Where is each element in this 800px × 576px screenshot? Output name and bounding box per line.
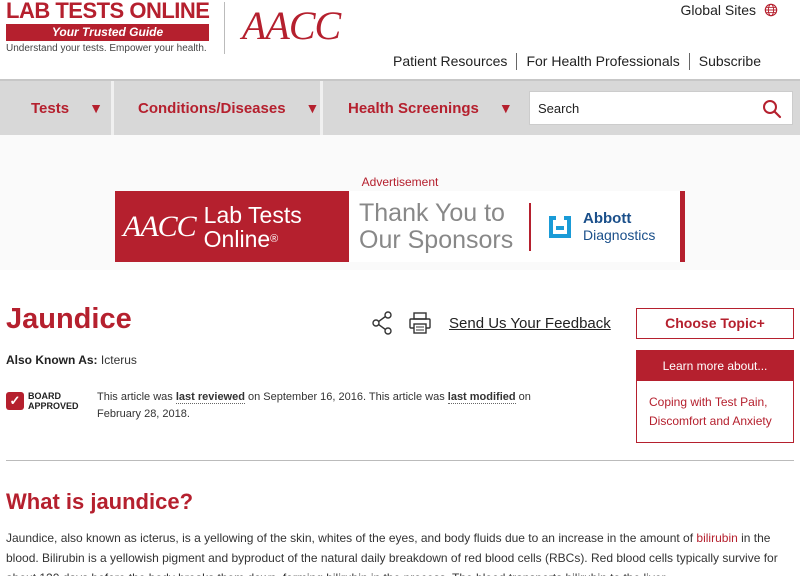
top-links: Patient Resources For Health Professiona… xyxy=(384,53,770,70)
nav-tests[interactable]: Tests ▼ xyxy=(31,81,103,135)
learn-more-box: Learn more about... Coping with Test Pai… xyxy=(636,350,794,443)
search-input[interactable]: Search xyxy=(529,91,793,125)
aka-label: Also Known As: xyxy=(6,353,98,367)
aacc-logo[interactable]: AACC xyxy=(242,4,341,48)
main-nav: Tests ▼ Conditions/Diseases ▼ Health Scr… xyxy=(0,79,800,135)
nav-conditions-diseases[interactable]: Conditions/Diseases ▼ xyxy=(138,81,319,135)
global-sites-label: Global Sites xyxy=(680,2,756,18)
abbott-logo-icon xyxy=(549,215,571,238)
ad-thanks: Thank You to Our Sponsors xyxy=(349,191,529,262)
globe-icon xyxy=(764,3,778,17)
ad-thanks-line1: Thank You to xyxy=(359,198,505,227)
ad-brand-block: AACC Lab Tests Online® xyxy=(115,191,349,262)
ad-aacc: AACC xyxy=(123,209,197,243)
last-reviewed-link[interactable]: last reviewed xyxy=(175,391,245,404)
logo-title: LAB TESTS ONLINE xyxy=(6,0,210,23)
nav-health-screenings-label: Health Screenings xyxy=(348,99,479,117)
article-tools: Send Us Your Feedback xyxy=(371,311,611,335)
patient-resources-link[interactable]: Patient Resources xyxy=(384,53,516,70)
board-line2: APPROVED xyxy=(28,401,79,411)
chevron-down-icon: ▼ xyxy=(305,100,320,116)
ad-lto: Lab Tests Online® xyxy=(204,203,302,251)
ad-registered-mark: ® xyxy=(270,232,279,245)
page-title: Jaundice xyxy=(6,303,132,335)
ad-thanks-line2: Our Sponsors xyxy=(359,225,514,254)
chevron-down-icon: ▼ xyxy=(498,100,513,116)
ad-sponsor-division: Diagnostics xyxy=(583,226,656,243)
search-icon[interactable] xyxy=(762,99,782,119)
aka-value: Icterus xyxy=(100,353,137,367)
ad-sponsor-name: Abbott xyxy=(583,209,632,227)
site-header: LAB TESTS ONLINE Your Trusted Guide Unde… xyxy=(0,0,800,80)
review-text-2: on September 16, 2016. This article was xyxy=(248,391,445,403)
lab-tests-online-logo[interactable]: LAB TESTS ONLINE Your Trusted Guide Unde… xyxy=(6,0,212,54)
global-sites-link[interactable]: Global Sites xyxy=(681,2,778,18)
board-approved-badge: ✓ BOARD APPROVED xyxy=(6,391,79,411)
learn-more-heading: Learn more about... xyxy=(637,351,793,381)
check-icon: ✓ xyxy=(6,392,24,410)
review-info: This article was last reviewed on Septem… xyxy=(97,389,557,423)
body-text-1: Jaundice, also known as icterus, is a ye… xyxy=(6,531,694,545)
ad-lto-line1: Lab Tests xyxy=(203,201,302,228)
learn-more-link[interactable]: Coping with Test Pain, Discomfort and An… xyxy=(637,381,793,431)
last-modified-link[interactable]: last modified xyxy=(447,391,516,404)
ad-banner[interactable]: AACC Lab Tests Online® Thank You to Our S… xyxy=(115,191,685,262)
ad-label: Advertisement xyxy=(361,175,439,189)
subscribe-link[interactable]: Subscribe xyxy=(690,53,770,70)
also-known-as: Also Known As: Icterus xyxy=(6,353,137,367)
review-text-1: This article was xyxy=(97,391,173,403)
share-icon[interactable] xyxy=(371,311,393,335)
nav-conditions-label: Conditions/Diseases xyxy=(138,99,286,117)
ad-sponsor: Abbott Diagnostics xyxy=(531,191,655,262)
send-feedback-link[interactable]: Send Us Your Feedback xyxy=(449,315,611,332)
logo-tagline: Your Trusted Guide xyxy=(6,24,209,41)
chevron-down-icon: ▼ xyxy=(89,100,103,116)
nav-tests-label: Tests xyxy=(31,99,70,117)
section-title: What is jaundice? xyxy=(6,489,194,514)
plus-icon: + xyxy=(756,315,765,331)
nav-health-screenings[interactable]: Health Screenings ▼ xyxy=(348,81,513,135)
choose-topic-button[interactable]: Choose Topic+ xyxy=(636,308,794,339)
nav-separator xyxy=(111,81,114,135)
search-placeholder: Search xyxy=(538,100,580,116)
article-body: Jaundice, also known as icterus, is a ye… xyxy=(6,528,794,576)
print-icon[interactable] xyxy=(409,312,431,334)
choose-topic-label: Choose Topic xyxy=(665,315,757,331)
bilirubin-link[interactable]: bilirubin xyxy=(696,531,737,545)
divider xyxy=(6,460,794,461)
logo-subtitle: Understand your tests. Empower your heal… xyxy=(6,43,207,54)
logo-divider xyxy=(224,2,225,54)
board-line1: BOARD xyxy=(28,391,61,401)
advertisement-area: Advertisement AACC Lab Tests Online® Tha… xyxy=(0,135,800,270)
nav-separator xyxy=(320,81,323,135)
ad-lto-line2: Online xyxy=(203,225,271,252)
for-health-professionals-link[interactable]: For Health Professionals xyxy=(517,53,688,70)
